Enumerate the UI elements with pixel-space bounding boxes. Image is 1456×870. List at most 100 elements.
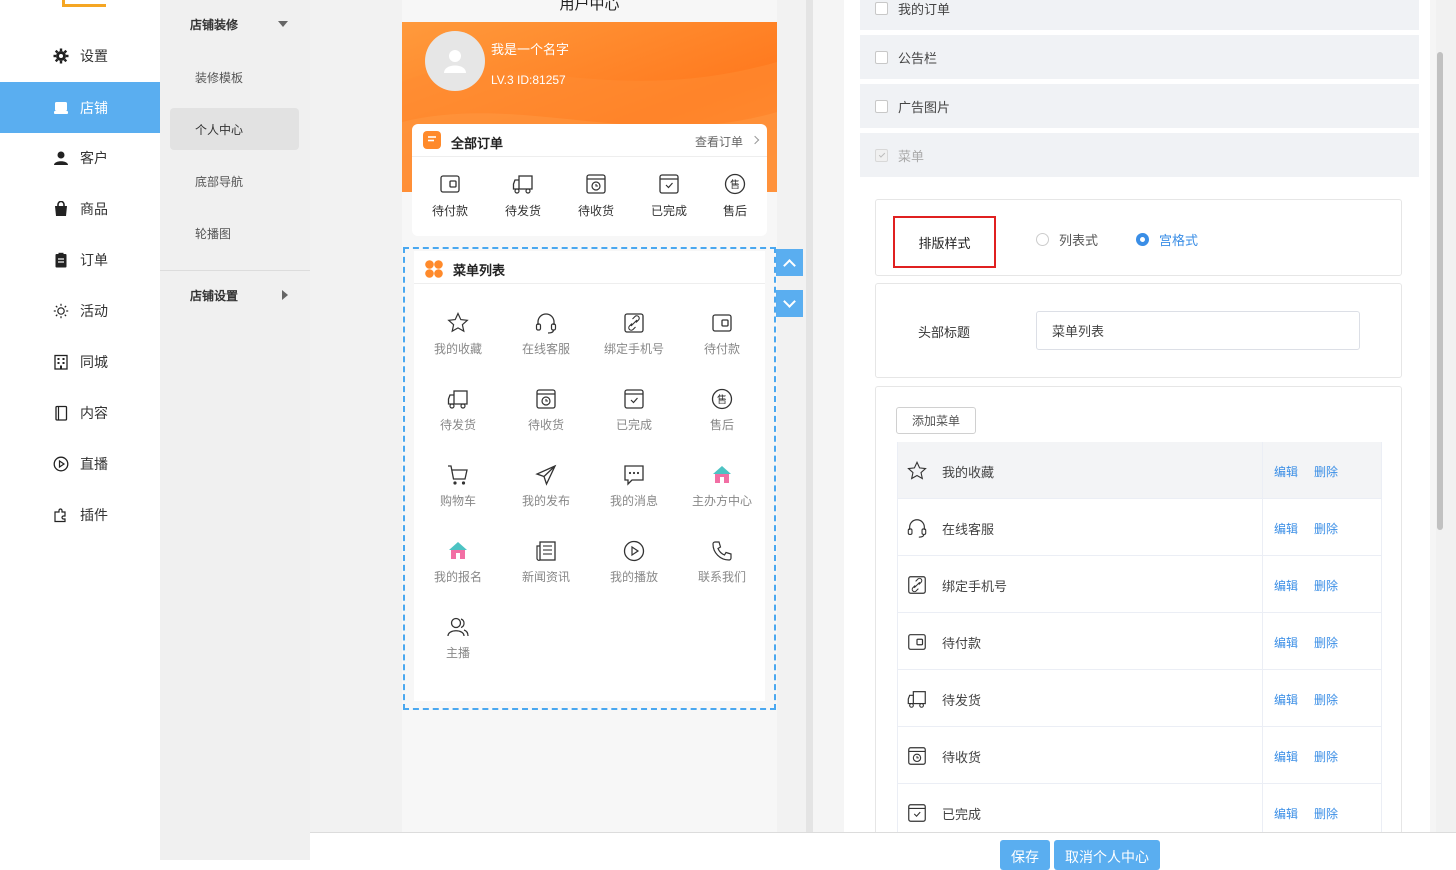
menu-table: 我的收藏 编辑 删除 在线客服 编辑 删除 绑定手机号 编辑 删除 待付款 编辑… — [897, 442, 1382, 832]
component-toggle-my-orders[interactable]: 我的订单 — [860, 0, 1419, 30]
order-item-label: 待付款 — [431, 204, 468, 218]
nav-item-products[interactable]: 商品 — [0, 183, 160, 234]
save-button[interactable]: 保存 — [1000, 840, 1050, 870]
checkbox[interactable] — [875, 50, 888, 64]
row-name: 待付款 — [942, 636, 982, 651]
edit-link[interactable]: 编辑 — [1274, 691, 1298, 708]
clock-box-icon — [586, 174, 606, 194]
nav-item-orders[interactable]: 订单 — [0, 234, 160, 285]
nav-item-content[interactable]: 内容 — [0, 387, 160, 438]
edit-link[interactable]: 编辑 — [1274, 577, 1298, 594]
subnav-item-user-center[interactable]: 个人中心 — [170, 108, 299, 150]
nav-item-live[interactable]: 直播 — [0, 438, 160, 489]
view-orders-link[interactable]: 查看订单 — [695, 133, 743, 150]
radio-grid-layout[interactable]: 宫格式 — [1136, 230, 1198, 249]
radio-circle — [1036, 233, 1049, 246]
menu-item-after-sales[interactable]: 售 售后 — [678, 387, 766, 457]
table-row: 已完成 编辑 删除 — [898, 784, 1381, 832]
star-icon — [907, 460, 927, 480]
svg-text:售: 售 — [730, 178, 740, 191]
menu-item-label: 待收货 — [527, 418, 564, 432]
delete-link[interactable]: 删除 — [1314, 691, 1338, 708]
cell-divider — [1262, 613, 1263, 670]
delete-link[interactable]: 删除 — [1314, 577, 1338, 594]
subnav-item-carousel[interactable]: 轮播图 — [170, 212, 299, 254]
divider — [160, 270, 310, 271]
menu-item-favorites[interactable]: 我的收藏 — [414, 311, 502, 381]
menu-item-contact-us[interactable]: 联系我们 — [678, 539, 766, 609]
menu-item-my-registrations[interactable]: 我的报名 — [414, 539, 502, 609]
delete-link[interactable]: 删除 — [1314, 805, 1338, 822]
nav-item-local[interactable]: 同城 — [0, 336, 160, 387]
radio-list-layout[interactable]: 列表式 — [1036, 230, 1098, 249]
menu-item-my-plays[interactable]: 我的播放 — [590, 539, 678, 609]
checkbox[interactable] — [875, 99, 888, 113]
menu-item-pending-receipt[interactable]: 待收货 — [502, 387, 590, 457]
subnav-group-shop-settings[interactable]: 店铺设置 — [190, 285, 300, 305]
checkbox-checked — [875, 148, 888, 162]
user-level-id: LV.3 ID:81257 — [491, 73, 566, 87]
delete-link[interactable]: 删除 — [1314, 748, 1338, 765]
nav-item-customers[interactable]: 客户 — [0, 132, 160, 183]
newspaper-icon — [536, 541, 556, 561]
component-toggle-ad-image[interactable]: 广告图片 — [860, 84, 1419, 128]
edit-link[interactable]: 编辑 — [1274, 805, 1298, 822]
nav-item-activities[interactable]: 活动 — [0, 285, 160, 336]
menu-item-completed[interactable]: 已完成 — [590, 387, 678, 457]
avatar[interactable] — [425, 31, 485, 91]
order-item-after-sales[interactable]: 售 售后 — [710, 172, 760, 219]
play-circle-icon — [52, 455, 69, 472]
menu-item-messages[interactable]: 我的消息 — [590, 463, 678, 533]
order-item-completed[interactable]: 已完成 — [644, 172, 694, 219]
subnav-group-decoration[interactable]: 店铺装修 — [190, 14, 300, 34]
menu-item-anchor[interactable]: 主播 — [414, 615, 502, 685]
menu-item-label: 主办方中心 — [691, 494, 752, 508]
cell-divider — [1262, 442, 1263, 499]
order-item-pending-payment[interactable]: 待付款 — [425, 172, 475, 219]
avatar-placeholder-icon — [444, 50, 466, 73]
user-icon — [52, 149, 69, 166]
subnav-item-bottom-nav[interactable]: 底部导航 — [170, 160, 299, 202]
delete-link[interactable]: 删除 — [1314, 520, 1338, 537]
delete-link[interactable]: 删除 — [1314, 463, 1338, 480]
subnav-item-templates[interactable]: 装修模板 — [170, 56, 299, 98]
nav-item-shop[interactable]: 店铺 — [0, 82, 160, 133]
menu-item-cart[interactable]: 购物车 — [414, 463, 502, 533]
book-icon — [52, 404, 69, 421]
checkbox[interactable] — [875, 1, 888, 15]
box-check-icon — [908, 804, 926, 822]
menu-item-news[interactable]: 新闻资讯 — [502, 539, 590, 609]
selected-menu-component[interactable]: 菜单列表 我的收藏 在线客服 绑定手机号 待付款 待发货 待收货 已完成 售 售… — [403, 247, 776, 710]
move-down-button[interactable] — [776, 290, 803, 317]
nav-label: 活动 — [80, 302, 108, 319]
nav-item-settings[interactable]: 设置 — [0, 30, 160, 81]
subnav-item-label: 轮播图 — [195, 226, 232, 241]
nav-label: 客户 — [80, 149, 108, 166]
nav-label: 同城 — [80, 353, 108, 370]
edit-link[interactable]: 编辑 — [1274, 463, 1298, 480]
order-item-pending-receipt[interactable]: 待收货 — [571, 172, 621, 219]
row-name: 已完成 — [942, 807, 982, 822]
menu-item-bind-phone[interactable]: 绑定手机号 — [590, 311, 678, 381]
menu-item-pending-shipment[interactable]: 待发货 — [414, 387, 502, 457]
add-menu-button[interactable]: 添加菜单 — [896, 407, 976, 434]
edit-link[interactable]: 编辑 — [1274, 520, 1298, 537]
nav-label: 内容 — [80, 404, 108, 421]
edit-link[interactable]: 编辑 — [1274, 634, 1298, 651]
menu-item-organizer-center[interactable]: 主办方中心 — [678, 463, 766, 533]
cancel-user-center-button[interactable]: 取消个人中心 — [1054, 840, 1160, 870]
move-up-button[interactable] — [776, 249, 803, 276]
delete-link[interactable]: 删除 — [1314, 634, 1338, 651]
edit-link[interactable]: 编辑 — [1274, 748, 1298, 765]
header-title-input[interactable] — [1036, 311, 1360, 350]
truck-icon — [447, 390, 468, 409]
menu-item-my-posts[interactable]: 我的发布 — [502, 463, 590, 533]
row-name: 绑定手机号 — [942, 579, 1008, 594]
component-toggle-notice[interactable]: 公告栏 — [860, 35, 1419, 79]
order-item-pending-shipment[interactable]: 待发货 — [498, 172, 548, 219]
radio-label: 列表式 — [1059, 233, 1099, 248]
nav-item-plugins[interactable]: 插件 — [0, 489, 160, 540]
menu-item-support[interactable]: 在线客服 — [502, 311, 590, 381]
menu-item-pending-payment[interactable]: 待付款 — [678, 311, 766, 381]
scrollbar-thumb[interactable] — [1437, 52, 1443, 530]
